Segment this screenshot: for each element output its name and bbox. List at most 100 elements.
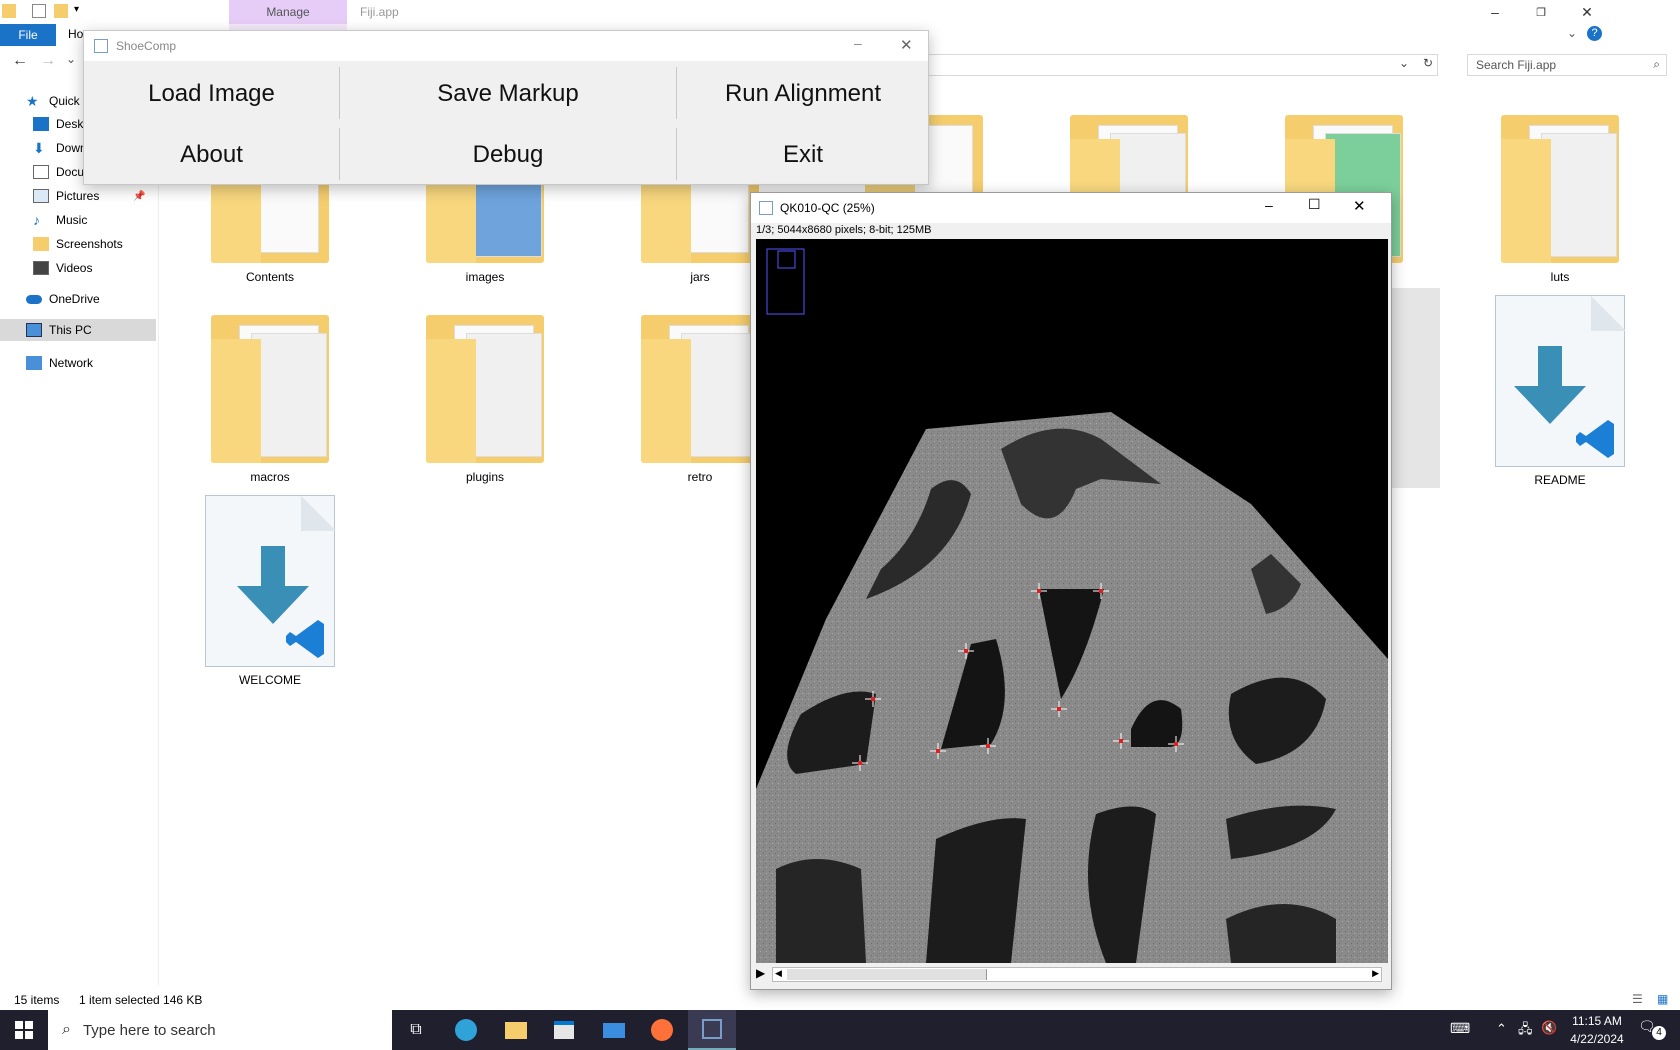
- volume-muted-icon[interactable]: 🔇: [1541, 1020, 1557, 1036]
- minimize-button[interactable]: –: [1472, 0, 1518, 24]
- scroll-right-icon[interactable]: ▶: [1372, 968, 1379, 979]
- window-title: Fiji.app: [360, 5, 399, 19]
- file-name: luts: [1550, 270, 1570, 284]
- lug-shape: [926, 818, 1026, 963]
- imagej-icon: [759, 201, 773, 215]
- pictures-icon: [33, 189, 49, 203]
- scroll-thumb[interactable]: [787, 969, 987, 980]
- maximize-button[interactable]: ❐: [1518, 0, 1564, 24]
- task-view-icon[interactable]: ⧉: [392, 1010, 440, 1050]
- firefox-icon[interactable]: [638, 1010, 686, 1050]
- chevron-down-icon[interactable]: ⌄: [1399, 56, 1409, 70]
- horizontal-scrollbar[interactable]: ▶ ◀ ▶: [756, 965, 1388, 985]
- load-image-button[interactable]: Load Image: [84, 64, 339, 124]
- file-name: WELCOME: [238, 673, 301, 687]
- tab-manage[interactable]: Manage: [229, 0, 347, 24]
- sidebar-item-music[interactable]: ♪ Music: [33, 209, 87, 231]
- close-button[interactable]: ✕: [900, 36, 913, 54]
- properties-icon[interactable]: [32, 4, 46, 18]
- run-alignment-button[interactable]: Run Alignment: [677, 64, 929, 124]
- sidebar-item-label: Music: [56, 213, 88, 227]
- cloud-icon: [26, 294, 42, 304]
- download-icon: ⬇: [33, 140, 45, 156]
- folder-icon: [641, 315, 759, 463]
- minimize-button[interactable]: –: [854, 35, 862, 51]
- close-button[interactable]: ✕: [1353, 197, 1366, 215]
- image-canvas[interactable]: [756, 239, 1388, 963]
- search-input[interactable]: Search Fiji.app ⌕: [1467, 54, 1667, 76]
- details-view-icon[interactable]: ☰: [1632, 992, 1643, 1006]
- sidebar-item-videos[interactable]: Videos: [33, 257, 92, 279]
- address-field[interactable]: ⌄ ↻: [900, 54, 1438, 76]
- clock[interactable]: 11:15 AM 4/22/2024: [1562, 1012, 1632, 1048]
- play-icon[interactable]: ▶: [756, 966, 765, 980]
- close-button[interactable]: ✕: [1564, 0, 1610, 24]
- windows-start-icon[interactable]: [0, 1010, 48, 1050]
- forward-icon[interactable]: →: [40, 52, 56, 70]
- navigator-rect: [766, 248, 805, 315]
- shoecomp-window: ShoeComp – ✕ Load Image Save Markup Run …: [83, 30, 929, 185]
- network-icon: [26, 356, 42, 370]
- exit-button[interactable]: Exit: [677, 125, 929, 185]
- new-folder-icon[interactable]: [54, 4, 68, 18]
- expand-ribbon-icon[interactable]: ⌄: [1567, 26, 1577, 40]
- shoecomp-titlebar: ShoeComp – ✕: [84, 31, 928, 61]
- lug-shape: [776, 859, 866, 963]
- sidebar-item-label: Videos: [56, 261, 93, 275]
- date: 4/22/2024: [1570, 1032, 1624, 1046]
- tab-home[interactable]: Ho: [68, 27, 83, 41]
- file-explorer-icon[interactable]: [492, 1010, 540, 1050]
- save-markup-button[interactable]: Save Markup: [340, 64, 676, 124]
- network-icon[interactable]: 🖧: [1518, 1020, 1533, 1042]
- image-window: QK010-QC (25%) – ☐ ✕ 1/3; 5044x8680 pixe…: [750, 192, 1392, 990]
- tab-file[interactable]: File: [0, 24, 56, 46]
- selection-info: 1 item selected 146 KB: [79, 993, 203, 1007]
- help-icon[interactable]: ?: [1587, 26, 1602, 41]
- mail-icon[interactable]: [590, 1010, 638, 1050]
- sidebar-item-label: OneDrive: [49, 292, 100, 306]
- debug-button[interactable]: Debug: [340, 125, 676, 185]
- image-info-line: 1/3; 5044x8680 pixels; 8-bit; 125MB: [756, 224, 932, 236]
- taskbar-search-box[interactable]: ⌕ Type here to search: [48, 1010, 392, 1050]
- chevron-up-icon[interactable]: ⌃: [1496, 1021, 1507, 1037]
- pin-icon[interactable]: 📌: [133, 191, 145, 202]
- document-icon: [33, 165, 49, 179]
- edge-icon[interactable]: [442, 1010, 490, 1050]
- folder-icon: [33, 237, 49, 251]
- customize-qat-icon[interactable]: ▾: [74, 4, 88, 18]
- pane-divider: [158, 90, 159, 985]
- fiji-taskbar-icon[interactable]: [688, 1010, 736, 1050]
- sidebar-item-label: Screenshots: [56, 237, 123, 251]
- sidebar-item-pictures[interactable]: Pictures 📌: [33, 185, 146, 207]
- refresh-icon[interactable]: ↻: [1423, 56, 1433, 70]
- file-name: plugins: [465, 470, 505, 484]
- maximize-button[interactable]: ☐: [1308, 196, 1321, 213]
- notification-icon[interactable]: 🗨 4: [1638, 1018, 1666, 1040]
- sidebar-item-downloads[interactable]: ⬇ Down: [33, 137, 87, 159]
- recent-locations-icon[interactable]: ⌄: [66, 52, 76, 66]
- computer-icon: [26, 323, 42, 337]
- window-title: QK010-QC (25%): [780, 201, 875, 215]
- imagej-icon: [94, 39, 108, 53]
- status-bar: 15 items 1 item selected 146 KB ☰ ▦: [0, 990, 1680, 1010]
- minimize-button[interactable]: –: [1265, 197, 1273, 213]
- sidebar-item-network[interactable]: Network: [26, 352, 93, 374]
- back-icon[interactable]: ←: [12, 52, 28, 70]
- large-icons-view-icon[interactable]: ▦: [1657, 992, 1668, 1006]
- scroll-left-icon[interactable]: ◀: [775, 968, 782, 979]
- file-name: Contents: [245, 270, 295, 284]
- keyboard-icon[interactable]: ⌨: [1450, 1020, 1470, 1037]
- search-placeholder: Search Fiji.app: [1476, 58, 1557, 72]
- scroll-track[interactable]: ◀ ▶: [772, 967, 1382, 982]
- video-icon: [33, 261, 49, 275]
- star-icon: ★: [26, 93, 39, 109]
- about-button[interactable]: About: [84, 125, 339, 185]
- sidebar-item-onedrive[interactable]: OneDrive: [26, 288, 100, 310]
- sidebar-item-quick-access[interactable]: ★ Quick a: [26, 90, 90, 112]
- folder-icon: [1501, 115, 1619, 263]
- sidebar-item-this-pc[interactable]: This PC: [0, 319, 156, 341]
- image-window-titlebar: QK010-QC (25%) – ☐ ✕: [751, 193, 1391, 223]
- sidebar-item-screenshots[interactable]: Screenshots: [33, 233, 123, 255]
- store-icon[interactable]: [540, 1010, 588, 1050]
- search-icon: ⌕: [62, 1021, 71, 1038]
